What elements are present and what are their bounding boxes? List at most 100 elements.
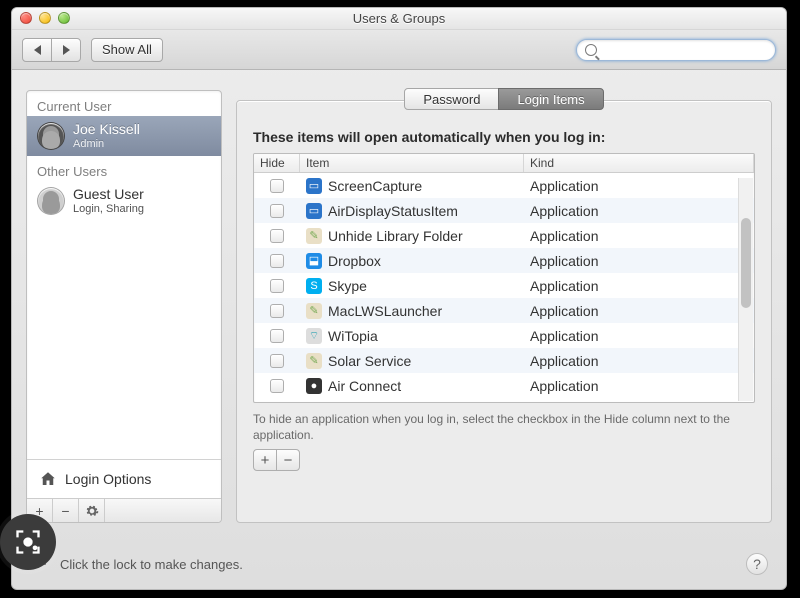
- show-all-button[interactable]: Show All: [91, 38, 163, 62]
- hide-checkbox[interactable]: [270, 254, 284, 268]
- login-options-row[interactable]: Login Options: [27, 459, 221, 498]
- hide-checkbox[interactable]: [270, 304, 284, 318]
- app-icon: ✎: [306, 303, 322, 319]
- back-button[interactable]: [22, 38, 52, 62]
- table-row[interactable]: ✎Unhide Library FolderApplication: [254, 223, 754, 248]
- item-name: Skype: [328, 278, 367, 294]
- item-name: WiTopia: [328, 328, 378, 344]
- tab-bar: Password Login Items: [236, 88, 772, 110]
- table-row[interactable]: ● Air Connect Application: [254, 373, 754, 398]
- table-row[interactable]: S Skype Application: [254, 273, 754, 298]
- search-icon: [585, 44, 597, 56]
- user-name: Guest User: [73, 187, 144, 202]
- forward-button[interactable]: [51, 38, 81, 62]
- app-icon: ⌔: [306, 328, 322, 344]
- gear-icon: [85, 504, 99, 518]
- app-icon: ●: [306, 378, 322, 394]
- chevron-right-icon: [63, 45, 70, 55]
- item-kind: Application: [524, 328, 754, 344]
- add-login-item-button[interactable]: +: [253, 449, 277, 471]
- window-title: Users & Groups: [12, 8, 786, 30]
- login-items-add-remove: + −: [253, 449, 755, 471]
- avatar: [37, 187, 65, 215]
- panel-heading: These items will open automatically when…: [253, 129, 755, 145]
- vertical-scrollbar[interactable]: [738, 178, 753, 401]
- zoom-window-button[interactable]: [58, 12, 70, 24]
- col-hide[interactable]: Hide: [254, 154, 300, 172]
- other-users-label: Other Users: [27, 156, 221, 181]
- app-icon: ▭: [306, 178, 322, 194]
- table-row[interactable]: ⬓ Dropbox Application: [254, 248, 754, 273]
- app-icon: ⬓: [306, 253, 322, 269]
- item-kind: Application: [524, 228, 754, 244]
- avatar: [37, 122, 65, 150]
- remove-user-button[interactable]: −: [53, 499, 79, 522]
- body: Current User Joe Kissell Admin Other Use…: [12, 70, 786, 523]
- item-name: ScreenCapture: [328, 178, 422, 194]
- app-icon: ✎: [306, 353, 322, 369]
- hide-checkbox[interactable]: [270, 279, 284, 293]
- users-list: Current User Joe Kissell Admin Other Use…: [26, 90, 222, 523]
- lock-label: Click the lock to make changes.: [60, 557, 243, 572]
- search-input[interactable]: [602, 42, 767, 58]
- col-kind[interactable]: Kind: [524, 154, 754, 172]
- hint-text: To hide an application when you log in, …: [253, 411, 755, 443]
- preferences-window: Users & Groups Show All Current User Joe…: [11, 7, 787, 590]
- search-field[interactable]: [576, 39, 776, 61]
- hide-checkbox[interactable]: [270, 229, 284, 243]
- help-button[interactable]: ?: [746, 553, 768, 575]
- item-name: Dropbox: [328, 253, 381, 269]
- user-role: Admin: [73, 138, 140, 150]
- hide-checkbox[interactable]: [270, 379, 284, 393]
- google-lens-overlay-icon: [0, 514, 56, 570]
- item-kind: Application: [524, 178, 754, 194]
- user-actions-button[interactable]: [79, 499, 105, 522]
- close-window-button[interactable]: [20, 12, 32, 24]
- table-row[interactable]: ▭ ScreenCapture Application: [254, 173, 754, 198]
- table-header: Hide Item Kind: [254, 154, 754, 173]
- tab-login-items[interactable]: Login Items: [498, 88, 603, 110]
- sidebar-action-bar: + −: [27, 498, 221, 522]
- toolbar: Show All: [12, 30, 786, 70]
- users-sidebar: Current User Joe Kissell Admin Other Use…: [26, 90, 222, 523]
- app-icon: S: [306, 278, 322, 294]
- col-item[interactable]: Item: [300, 154, 524, 172]
- hide-checkbox[interactable]: [270, 179, 284, 193]
- item-name: Air Connect: [328, 378, 401, 394]
- house-icon: [39, 470, 57, 488]
- current-user-label: Current User: [27, 91, 221, 116]
- hide-checkbox[interactable]: [270, 204, 284, 218]
- minimize-window-button[interactable]: [39, 12, 51, 24]
- sidebar-user-current[interactable]: Joe Kissell Admin: [27, 116, 221, 156]
- sidebar-user-guest[interactable]: Guest User Login, Sharing: [27, 181, 221, 221]
- item-name: Unhide Library Folder: [328, 228, 463, 244]
- item-kind: Application: [524, 203, 754, 219]
- hide-checkbox[interactable]: [270, 354, 284, 368]
- traffic-lights: [20, 12, 70, 24]
- login-options-label: Login Options: [65, 471, 151, 487]
- scrollbar-thumb[interactable]: [741, 218, 751, 308]
- footer: Click the lock to make changes. ?: [12, 539, 786, 589]
- tab-password[interactable]: Password: [404, 88, 499, 110]
- user-role: Login, Sharing: [73, 203, 144, 215]
- table-row[interactable]: ▭ AirDisplayStatusItem Application: [254, 198, 754, 223]
- table-row[interactable]: ✎Solar ServiceApplication: [254, 348, 754, 373]
- item-name: AirDisplayStatusItem: [328, 203, 458, 219]
- item-kind: Application: [524, 278, 754, 294]
- login-items-table: Hide Item Kind ▭ ScreenCapture Application…: [253, 153, 755, 403]
- table-row[interactable]: ⌔ WiTopia Application: [254, 323, 754, 348]
- table-row[interactable]: ✎MacLWSLauncherApplication: [254, 298, 754, 323]
- item-kind: Application: [524, 378, 754, 394]
- titlebar: Users & Groups: [12, 8, 786, 30]
- login-items-panel: These items will open automatically when…: [236, 100, 772, 523]
- item-name: Solar Service: [328, 353, 411, 369]
- remove-login-item-button[interactable]: −: [276, 449, 300, 471]
- app-icon: ▭: [306, 203, 322, 219]
- main-panel: Password Login Items These items will op…: [236, 90, 772, 523]
- item-kind: Application: [524, 253, 754, 269]
- nav-back-forward: [22, 38, 81, 62]
- chevron-left-icon: [34, 45, 41, 55]
- hide-checkbox[interactable]: [270, 329, 284, 343]
- user-name: Joe Kissell: [73, 122, 140, 137]
- item-name: MacLWSLauncher: [328, 303, 442, 319]
